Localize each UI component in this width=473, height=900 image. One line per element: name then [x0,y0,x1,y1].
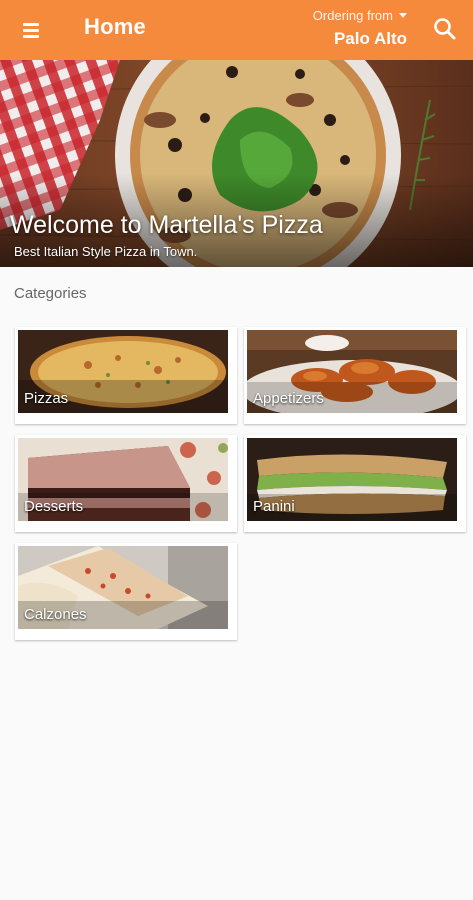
category-label: Appetizers [253,390,324,407]
location-selector[interactable]: Ordering from Palo Alto [313,7,407,49]
hero-banner: Welcome to Martella's Pizza Best Italian… [0,60,473,267]
ordering-from-label: Ordering from [312,8,393,23]
category-card-calzones[interactable]: Calzones [15,543,237,640]
category-card-appetizers[interactable]: Appetizers [244,327,466,424]
category-card-panini[interactable]: Panini [244,435,466,532]
category-card-desserts[interactable]: Desserts [15,435,237,532]
ordering-city: Palo Alto [333,29,407,48]
categories-heading: Categories [14,285,87,302]
page-title: Home [84,14,146,39]
category-label: Panini [253,498,295,515]
search-icon[interactable] [431,15,459,43]
category-card-pizzas[interactable]: Pizzas [15,327,237,424]
hamburger-menu-icon[interactable] [17,16,45,44]
hero-subtitle: Best Italian Style Pizza in Town. [14,244,198,259]
app-bar: Home Ordering from Palo Alto [0,0,473,60]
hero-title: Welcome to Martella's Pizza [10,211,323,239]
dropdown-caret-icon [399,13,407,18]
category-label: Calzones [24,606,87,623]
category-label: Desserts [24,498,84,515]
category-label: Pizzas [24,390,69,407]
